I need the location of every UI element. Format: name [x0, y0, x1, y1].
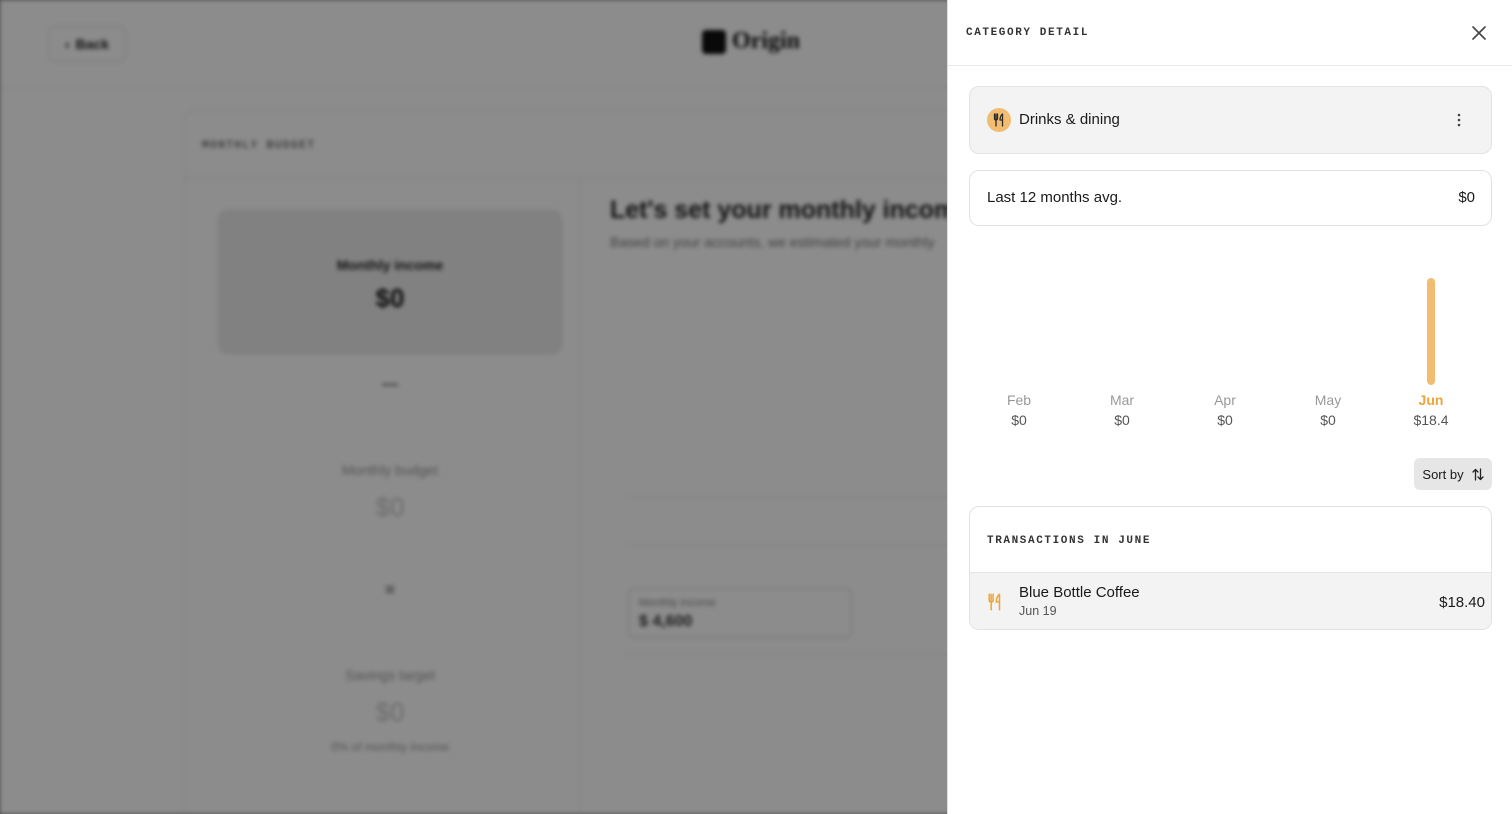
chart-month-label[interactable]: Jun [1391, 392, 1471, 408]
category-name: Drinks & dining [1019, 111, 1120, 128]
chart-month-label[interactable]: May [1288, 392, 1368, 408]
average-label: Last 12 months avg. [987, 189, 1123, 206]
sort-button[interactable]: Sort by [1414, 458, 1492, 490]
more-vertical-icon [1457, 113, 1461, 127]
transaction-amount: $18.40 [1439, 594, 1485, 611]
sort-arrows-icon [1471, 467, 1484, 481]
panel-title: CATEGORY DETAIL [966, 27, 1090, 39]
fork-knife-icon [988, 593, 1001, 611]
chart-value-label: $18.4 [1413, 412, 1449, 428]
chart-value-label: $0 [1320, 412, 1336, 428]
chart-month-label[interactable]: Apr [1185, 392, 1265, 408]
average-value: $0 [1458, 189, 1475, 206]
chart-month-label[interactable]: Feb [979, 392, 1059, 408]
transaction-row[interactable]: Blue Bottle Coffee Jun 19 $18.40 [970, 572, 1491, 629]
transactions-card: TRANSACTIONS IN JUNE Blue Bottle Coffee … [969, 506, 1492, 630]
monthly-spending-chart: Feb $0 Mar $0 Apr $0 May $0 Jun $18.4 [948, 240, 1512, 440]
transactions-title: TRANSACTIONS IN JUNE [987, 535, 1152, 547]
panel-header: CATEGORY DETAIL [948, 0, 1512, 66]
more-options-button[interactable] [1448, 109, 1470, 131]
category-card: Drinks & dining [969, 86, 1492, 154]
chart-bar-jun[interactable] [1427, 278, 1435, 385]
average-card: Last 12 months avg. $0 [969, 170, 1492, 226]
sort-button-label: Sort by [1422, 466, 1464, 482]
chart-month-label[interactable]: Mar [1082, 392, 1162, 408]
category-icon-badge [987, 108, 1011, 132]
transaction-merchant: Blue Bottle Coffee [1019, 584, 1140, 601]
chart-value-label: $0 [1011, 412, 1027, 428]
fork-knife-icon [993, 113, 1004, 127]
transaction-date: Jun 19 [1019, 604, 1057, 618]
close-icon [1472, 26, 1486, 40]
chart-value-label: $0 [1217, 412, 1233, 428]
chart-value-label: $0 [1114, 412, 1130, 428]
close-button[interactable] [1468, 22, 1490, 44]
category-detail-panel: CATEGORY DETAIL Drinks & dining Last 12 … [947, 0, 1512, 814]
